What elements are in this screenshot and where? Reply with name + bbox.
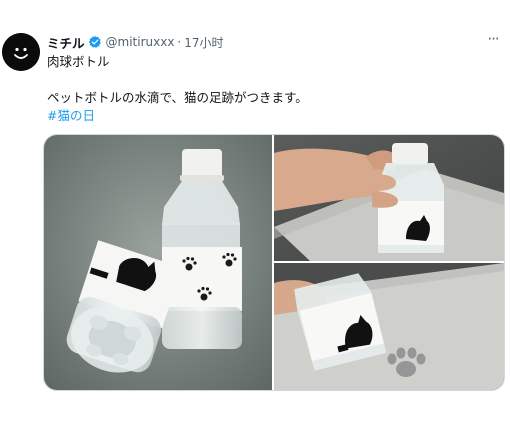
tweet-header: ミチル @mitiruxxx · 17小时: [47, 33, 224, 51]
user-handle[interactable]: @mitiruxxx: [106, 35, 175, 49]
photo-bottles[interactable]: [44, 135, 272, 390]
media-grid: [43, 134, 505, 391]
hashtag-link[interactable]: #猫の日: [47, 107, 497, 125]
timestamp[interactable]: 17小时: [184, 34, 223, 51]
photo-paw-print-on-paper[interactable]: [274, 263, 504, 390]
separator-dot: ·: [177, 35, 182, 49]
tweet-text: 肉球ボトル ペットボトルの水滴で、猫の足跡がつきます。 #猫の日: [47, 53, 497, 125]
tweet-text-line-2: ペットボトルの水滴で、猫の足跡がつきます。: [47, 90, 308, 105]
photo-hand-holding-bottle[interactable]: [274, 135, 504, 261]
verified-badge-icon: [88, 35, 102, 49]
more-horizontal-icon[interactable]: ···: [484, 32, 502, 50]
avatar[interactable]: [2, 33, 40, 71]
display-name[interactable]: ミチル: [47, 33, 85, 52]
tweet-text-line-1: 肉球ボトル: [47, 54, 110, 69]
